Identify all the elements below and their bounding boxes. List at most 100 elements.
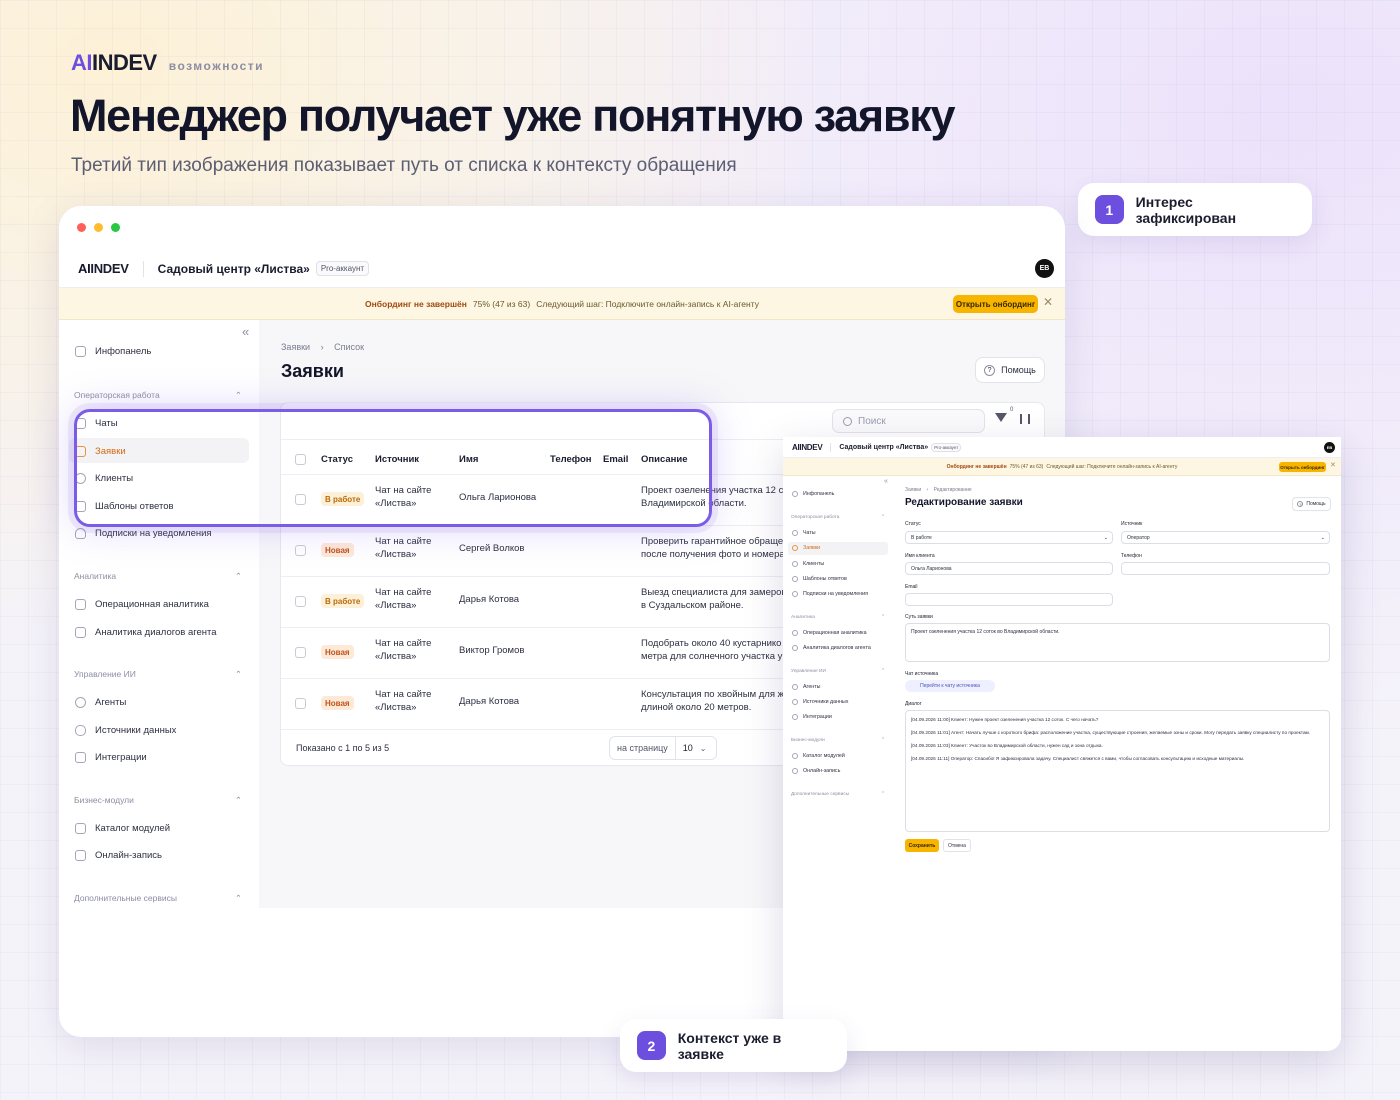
section-ai-management[interactable]: Управление ИИ ⌃ [791, 669, 885, 674]
dialog-line: [04.09.2026 11:03] Клиент: Участок во Вл… [911, 743, 1103, 749]
sidebar-item-infopanel[interactable]: Инфопанель [792, 491, 834, 497]
chevron-down-icon: ⌄ [1320, 534, 1325, 541]
pagination-summary: Показано с 1 по 5 из 5 [296, 743, 390, 753]
row-checkbox[interactable] [295, 698, 306, 709]
chevron-up-icon: ⌃ [234, 795, 242, 805]
client-name-field[interactable]: Ольга Ларионова [905, 562, 1113, 575]
page-subtitle: Третий тип изображения показывает путь о… [71, 155, 737, 176]
source-select[interactable]: Оператор ⌄ [1121, 531, 1330, 544]
email-field[interactable] [905, 593, 1113, 606]
row-checkbox[interactable] [295, 647, 306, 658]
app-logo[interactable]: AIINDEV [792, 443, 823, 452]
sidebar-item-integrations[interactable]: Интеграции [792, 714, 832, 720]
sidebar-item-module-catalog[interactable]: Каталог модулей [75, 823, 170, 834]
dialog-label: Диалог [905, 701, 922, 707]
users-icon [792, 561, 798, 567]
phone-field[interactable] [1121, 562, 1330, 575]
status-select[interactable]: В работе ⌄ [905, 531, 1113, 544]
sidebar-item-agents[interactable]: Агенты [75, 697, 126, 708]
row-name: Дарья Котова [459, 594, 520, 605]
sidebar-item-module-catalog[interactable]: Каталог модулей [792, 753, 845, 759]
section-extra-services[interactable]: Дополнительные сервисы ⌃ [791, 792, 885, 797]
client-name-label: Имя клиента [905, 553, 935, 559]
row-checkbox[interactable] [295, 545, 306, 556]
org-name[interactable]: Садовый центр «Листва» [158, 262, 310, 276]
puzzle-icon [792, 714, 798, 720]
bell-icon [792, 591, 798, 597]
close-banner-icon[interactable]: ✕ [1330, 461, 1336, 469]
highlight-frame [74, 409, 712, 527]
dialog-textarea[interactable]: [04.09.2026 11:00] Клиент: Нужен проект … [905, 710, 1330, 832]
sidebar-item-online-booking[interactable]: Онлайн-запись [792, 768, 840, 774]
open-onboarding-button[interactable]: Открыть онбординг [953, 295, 1038, 313]
close-banner-icon[interactable]: ✕ [1043, 295, 1053, 309]
section-analytics[interactable]: Аналитика ⌃ [791, 615, 885, 620]
onboarding-progress: 75% (47 из 63) [472, 298, 531, 309]
section-business-modules[interactable]: Бизнес-модули ⌃ [791, 738, 885, 743]
section-operator-work[interactable]: Операторская работа ⌃ [791, 515, 885, 520]
user-avatar[interactable]: ЕВ [1035, 259, 1054, 278]
sidebar-item-online-booking[interactable]: Онлайн-запись [75, 850, 162, 861]
chart-icon [75, 599, 86, 610]
sidebar-item-requests[interactable]: Заявки [792, 545, 820, 551]
help-button[interactable]: ? Помощь [1292, 497, 1331, 511]
essence-textarea[interactable]: Проект озеленения участка 12 соток во Вл… [905, 623, 1330, 662]
edit-title: Редактирование заявки [905, 497, 1023, 508]
sidebar-item-subscriptions[interactable]: Подписки на уведомления [792, 591, 868, 597]
minimize-dot[interactable] [94, 223, 103, 232]
go-to-source-chat-link[interactable]: Перейти к чату источника [905, 680, 995, 692]
edit-form: Заявки › Редактирование Редактирование з… [894, 476, 1341, 1051]
chat-icon [792, 530, 798, 536]
sidebar-item-data-sources[interactable]: Источники данных [75, 725, 176, 736]
section-analytics[interactable]: Аналитика ⌃ [74, 571, 242, 582]
section-extra-services[interactable]: Дополнительные сервисы ⌃ [74, 893, 242, 904]
row-name: Виктор Громов [459, 645, 525, 656]
sidebar-item-dialog-analytics[interactable]: Аналитика диалогов агента [75, 627, 217, 638]
puzzle-icon [75, 752, 86, 763]
row-checkbox[interactable] [295, 596, 306, 607]
filter-icon[interactable] [995, 413, 1007, 422]
sidebar-item-dialog-analytics[interactable]: Аналитика диалогов агента [792, 645, 871, 651]
columns-icon[interactable] [1020, 414, 1030, 424]
app-topbar: AIINDEV Садовый центр «Листва» Pro-аккау… [59, 250, 1065, 288]
database-icon [792, 699, 798, 705]
phone-label: Телефон [1121, 553, 1142, 559]
bar-chart-icon [792, 645, 798, 651]
section-operator-work[interactable]: Операторская работа ⌃ [74, 390, 242, 401]
sidebar-item-agents[interactable]: Агенты [792, 684, 820, 690]
search-input[interactable]: Поиск [832, 409, 985, 433]
sidebar-item-data-sources[interactable]: Источники данных [792, 699, 848, 705]
row-source: Чат на сайте «Листва» [375, 638, 432, 662]
chevron-up-icon: ⌃ [234, 571, 242, 581]
maximize-dot[interactable] [111, 223, 120, 232]
save-button[interactable]: Сохранить [905, 839, 939, 852]
org-name[interactable]: Садовый центр «Листва» [839, 444, 928, 451]
sidebar-item-templates[interactable]: Шаблоны ответов [792, 576, 847, 582]
chevron-down-icon: ⌄ [1103, 534, 1108, 541]
sidebar-item-subscriptions[interactable]: Подписки на уведомления [75, 528, 212, 539]
status-badge: Новая [321, 543, 354, 557]
brand-tag: возможности [168, 59, 265, 73]
user-avatar[interactable]: ЕВ [1324, 442, 1335, 453]
cancel-button[interactable]: Отмена [943, 839, 971, 852]
sidebar-item-integrations[interactable]: Интеграции [75, 752, 147, 763]
open-onboarding-button[interactable]: Открыть онбординг [1279, 462, 1326, 472]
collapse-sidebar-icon[interactable]: « [242, 324, 249, 339]
edit-window: AIINDEV Садовый центр «Листва» Pro-аккау… [783, 437, 1341, 1051]
sidebar-item-ops-analytics[interactable]: Операционная аналитика [792, 630, 867, 636]
collapse-sidebar-icon[interactable]: « [884, 478, 888, 485]
sidebar-item-chats[interactable]: Чаты [792, 530, 816, 536]
row-description: Проверить гарантийное обращен после получ… [641, 536, 789, 560]
sidebar-item-ops-analytics[interactable]: Операционная аналитика [75, 599, 209, 610]
sidebar-item-infopanel[interactable]: Инфопанель [75, 346, 151, 357]
close-dot[interactable] [77, 223, 86, 232]
section-ai-management[interactable]: Управление ИИ ⌃ [74, 669, 242, 680]
per-page-select[interactable]: на страницу 10 ⌄ [609, 736, 717, 760]
breadcrumb-requests[interactable]: Заявки [281, 342, 310, 352]
section-business-modules[interactable]: Бизнес-модули ⌃ [74, 795, 242, 806]
app-logo[interactable]: AIINDEV [78, 261, 129, 276]
help-button[interactable]: ? Помощь [975, 357, 1045, 383]
sidebar-item-clients[interactable]: Клиенты [792, 561, 824, 567]
chevron-down-icon: ⌄ [699, 743, 707, 753]
row-name: Дарья Котова [459, 696, 520, 707]
